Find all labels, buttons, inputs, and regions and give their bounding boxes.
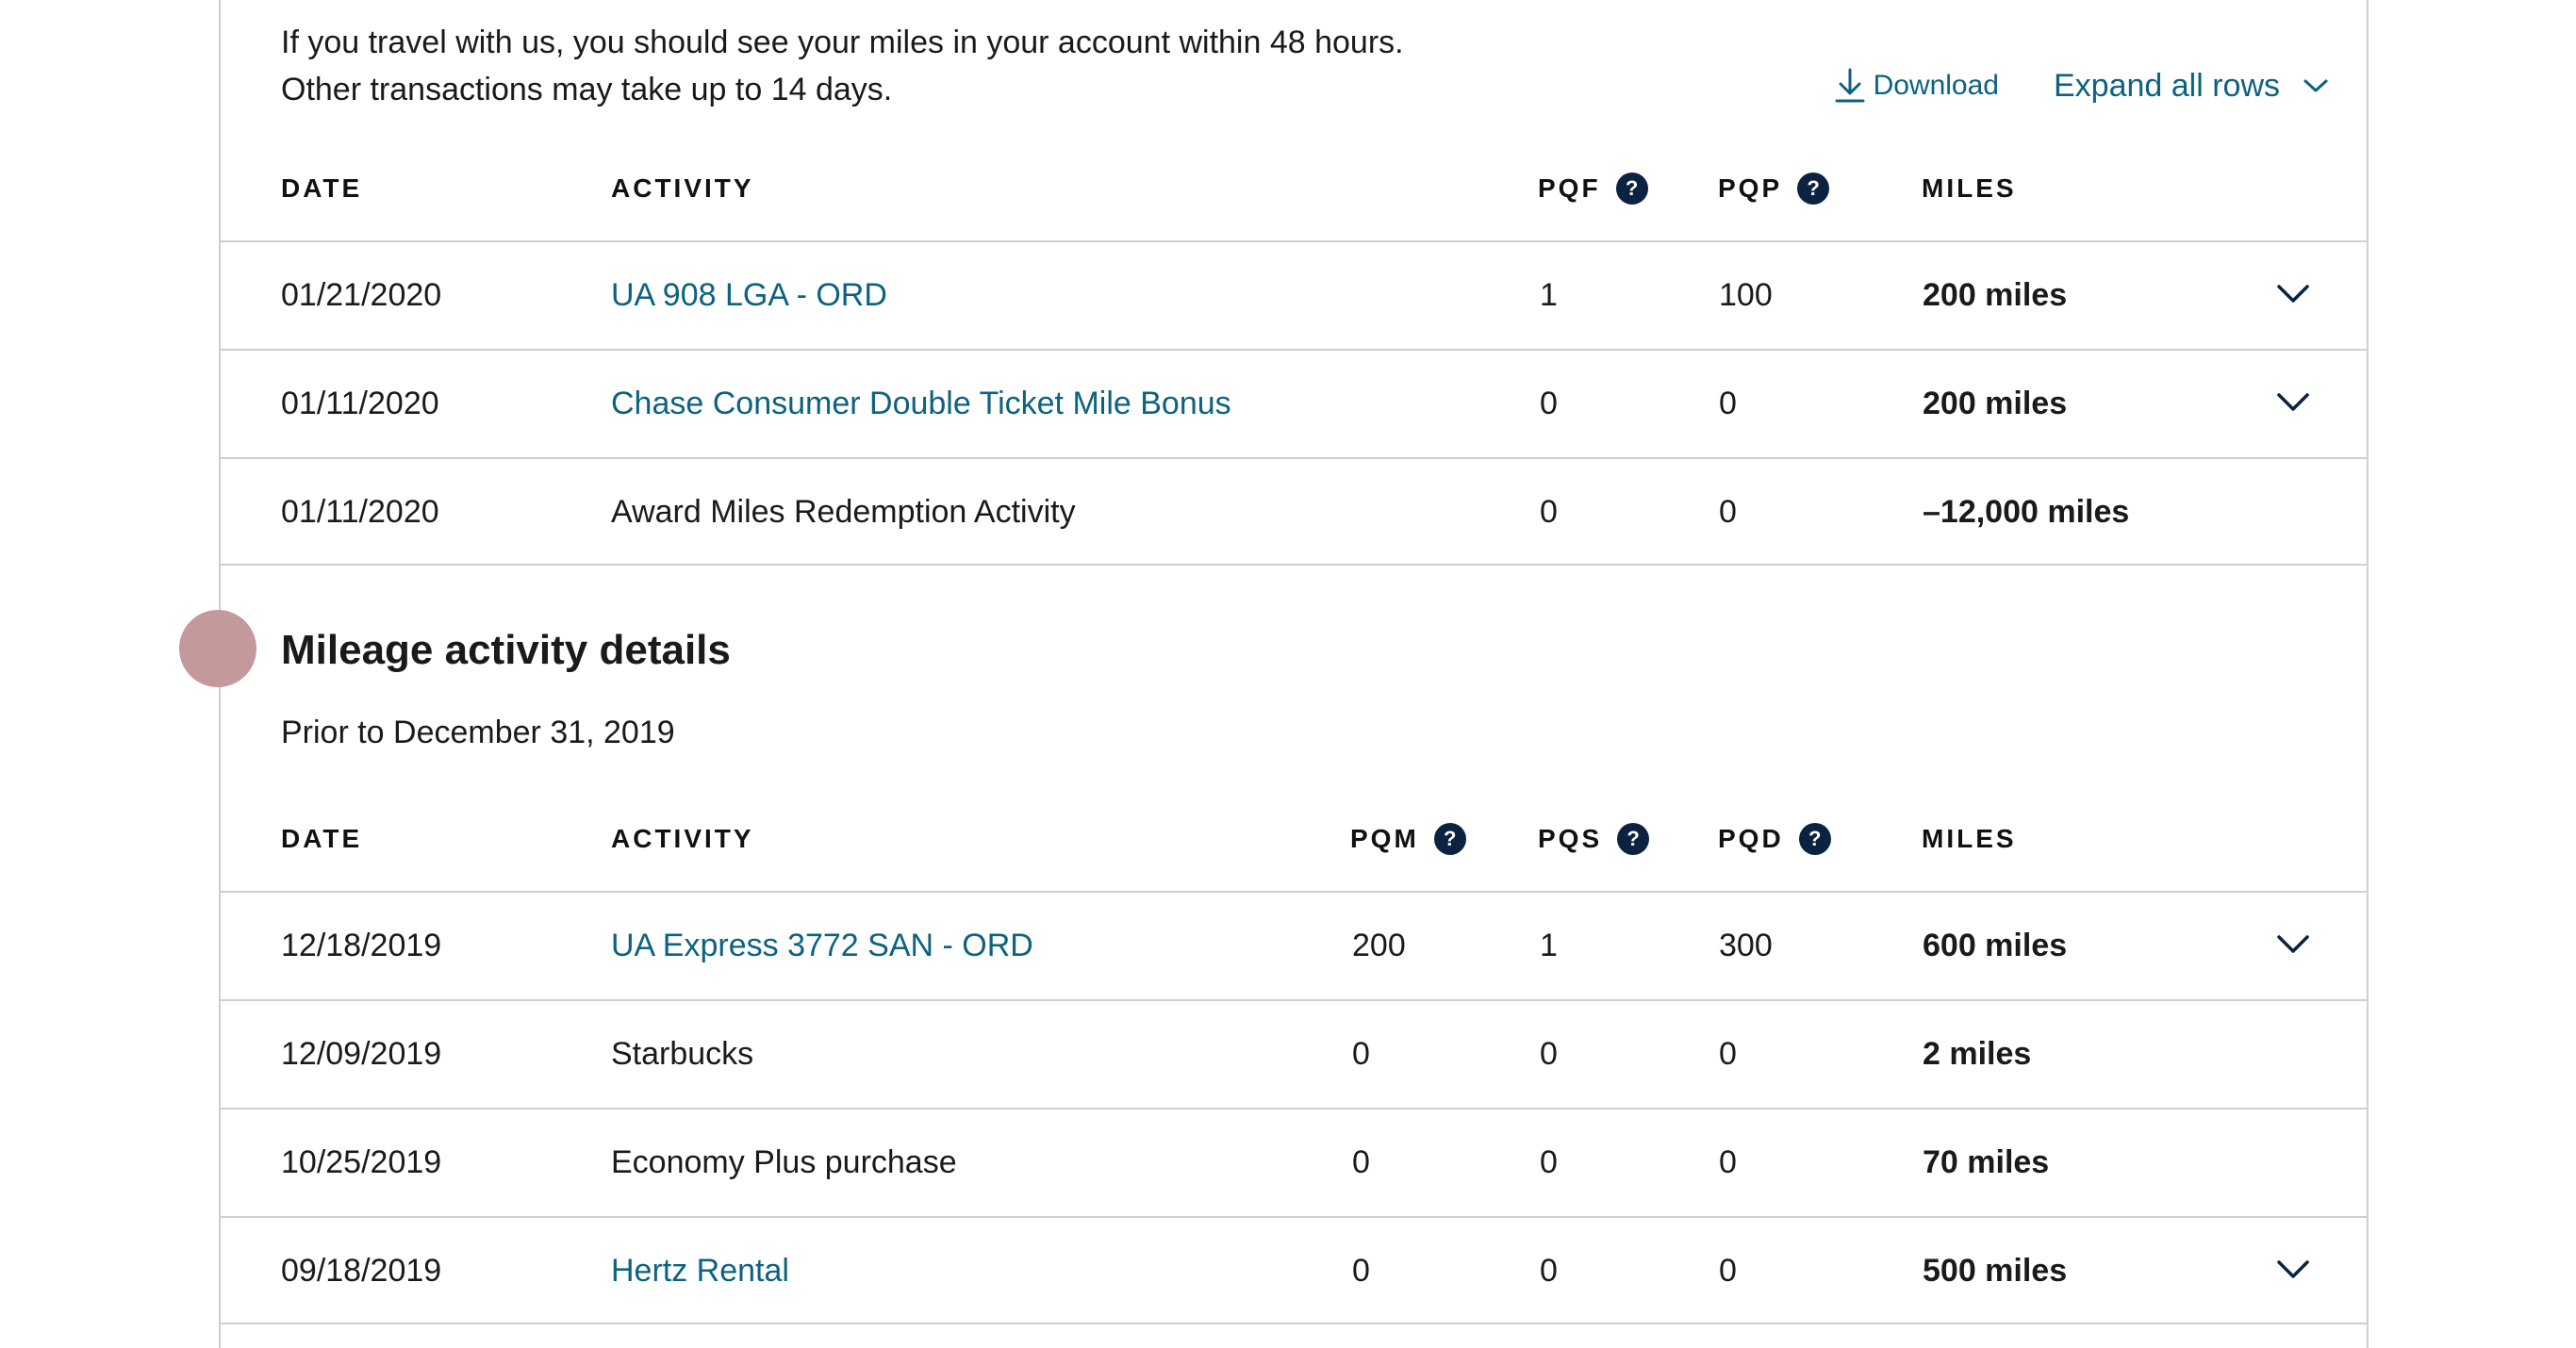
download-label: Download [1873, 70, 1999, 101]
row-date: 09/18/2019 [281, 1253, 442, 1289]
expand-all-rows-button[interactable]: Expand all rows [2054, 68, 2329, 105]
table-row: 01/11/2020 Award Miles Redemption Activi… [221, 457, 2367, 566]
row-pqf: 0 [1540, 494, 1558, 530]
download-button[interactable]: Download [1834, 68, 1999, 104]
row-pqs: 0 [1540, 1036, 1558, 1072]
table-row: 12/09/2019 Starbucks 0 0 0 2 miles [221, 999, 2367, 1108]
row-date: 01/21/2020 [281, 277, 442, 313]
row-activity-link[interactable]: UA 908 LGA - ORD [611, 242, 887, 349]
pqs-help-icon[interactable]: ? [1617, 823, 1650, 855]
row-pqm: 0 [1352, 1253, 1370, 1289]
table-row: 10/25/2019 Economy Plus purchase 0 0 0 7… [221, 1108, 2367, 1216]
table-row[interactable]: 01/11/2020 Chase Consumer Double Ticket … [221, 349, 2367, 457]
row-date: 12/18/2019 [281, 928, 442, 963]
col-pqp: PQP ? [1718, 137, 1830, 240]
row-pqs: 0 [1540, 1144, 1558, 1180]
row-date: 12/09/2019 [281, 1036, 442, 1072]
row-activity-link[interactable]: Chase Consumer Double Ticket Mile Bonus [611, 351, 1231, 457]
chevron-down-icon [2304, 79, 2328, 92]
col-miles: MILES [1922, 824, 2017, 853]
col-pqd: PQD ? [1718, 787, 1831, 891]
row-pqp: 0 [1719, 386, 1737, 421]
pqp-help-icon[interactable]: ? [1797, 173, 1830, 205]
row-miles: 2 miles [1923, 1036, 2032, 1072]
intro-line-1: If you travel with us, you should see yo… [281, 25, 1404, 60]
chevron-down-icon[interactable] [2276, 282, 2310, 306]
mileage-details-table: DATE ACTIVITY PQM ? PQS ? PQD ? MILES 12… [221, 787, 2367, 1324]
pqf-help-icon[interactable]: ? [1615, 173, 1648, 205]
recent-table-header: DATE ACTIVITY PQF ? PQP ? MILES [221, 137, 2367, 240]
col-pqf: PQF ? [1538, 137, 1648, 240]
row-pqs: 0 [1540, 1253, 1558, 1289]
row-pqd: 0 [1719, 1036, 1737, 1072]
row-pqf: 1 [1540, 277, 1558, 313]
row-miles: 200 miles [1923, 277, 2068, 313]
chevron-down-icon[interactable] [2276, 1258, 2310, 1282]
pqm-help-icon[interactable]: ? [1433, 823, 1466, 855]
row-pqd: 0 [1719, 1253, 1737, 1289]
chevron-down-icon[interactable] [2276, 390, 2310, 415]
col-pqf-label: PQF [1538, 173, 1601, 203]
col-pqm-label: PQM [1350, 824, 1419, 853]
row-miles: 600 miles [1923, 928, 2068, 963]
row-miles: 70 miles [1923, 1144, 2050, 1180]
row-miles: 500 miles [1923, 1253, 2068, 1289]
recent-activity-table: DATE ACTIVITY PQF ? PQP ? MILES 01/21/20… [221, 137, 2367, 566]
row-pqd: 0 [1719, 1144, 1737, 1180]
row-activity: Economy Plus purchase [611, 1144, 957, 1180]
row-date: 01/11/2020 [281, 494, 439, 530]
mileage-activity-panel: If you travel with us, you should see yo… [219, 0, 2369, 1348]
col-date: DATE [281, 173, 363, 203]
col-pqs-label: PQS [1538, 824, 1603, 853]
table-row[interactable]: 09/18/2019 Hertz Rental 0 0 0 500 miles [221, 1216, 2367, 1324]
cursor-indicator [179, 610, 256, 687]
row-date: 01/11/2020 [281, 386, 439, 421]
row-activity: Award Miles Redemption Activity [611, 494, 1076, 530]
details-table-header: DATE ACTIVITY PQM ? PQS ? PQD ? MILES [221, 787, 2367, 891]
row-date: 10/25/2019 [281, 1144, 442, 1180]
section-title: Mileage activity details [281, 627, 731, 673]
col-pqp-label: PQP [1718, 173, 1783, 203]
row-pqs: 1 [1540, 928, 1558, 963]
row-pqd: 300 [1719, 928, 1773, 963]
table-row[interactable]: 12/18/2019 UA Express 3772 SAN - ORD 200… [221, 891, 2367, 999]
intro-text: If you travel with us, you should see yo… [281, 19, 1404, 113]
expand-all-rows-label: Expand all rows [2053, 67, 2280, 104]
col-pqs: PQS ? [1538, 787, 1650, 891]
row-pqf: 0 [1540, 386, 1558, 421]
col-activity: ACTIVITY [611, 824, 754, 853]
row-miles: –12,000 miles [1923, 494, 2130, 530]
pqd-help-icon[interactable]: ? [1798, 823, 1831, 855]
row-pqm: 200 [1352, 928, 1406, 963]
chevron-down-icon[interactable] [2276, 932, 2310, 957]
row-activity: Starbucks [611, 1036, 754, 1072]
row-miles: 200 miles [1923, 386, 2068, 421]
row-pqm: 0 [1352, 1036, 1370, 1072]
row-pqp: 0 [1719, 494, 1737, 530]
intro-line-2: Other transactions may take up to 14 day… [281, 72, 893, 107]
row-pqp: 100 [1719, 277, 1773, 313]
row-activity-link[interactable]: Hertz Rental [611, 1218, 789, 1324]
table-row[interactable]: 01/21/2020 UA 908 LGA - ORD 1 100 200 mi… [221, 240, 2367, 349]
col-pqd-label: PQD [1718, 824, 1784, 853]
col-date: DATE [281, 824, 363, 853]
table-toolbar: Download Expand all rows [1834, 62, 2329, 109]
row-pqm: 0 [1352, 1144, 1370, 1180]
download-icon [1835, 68, 1865, 103]
col-activity: ACTIVITY [611, 173, 754, 203]
col-miles: MILES [1922, 173, 2017, 203]
col-pqm: PQM ? [1350, 787, 1466, 891]
row-activity-link[interactable]: UA Express 3772 SAN - ORD [611, 893, 1033, 999]
section-subtitle: Prior to December 31, 2019 [281, 715, 675, 750]
